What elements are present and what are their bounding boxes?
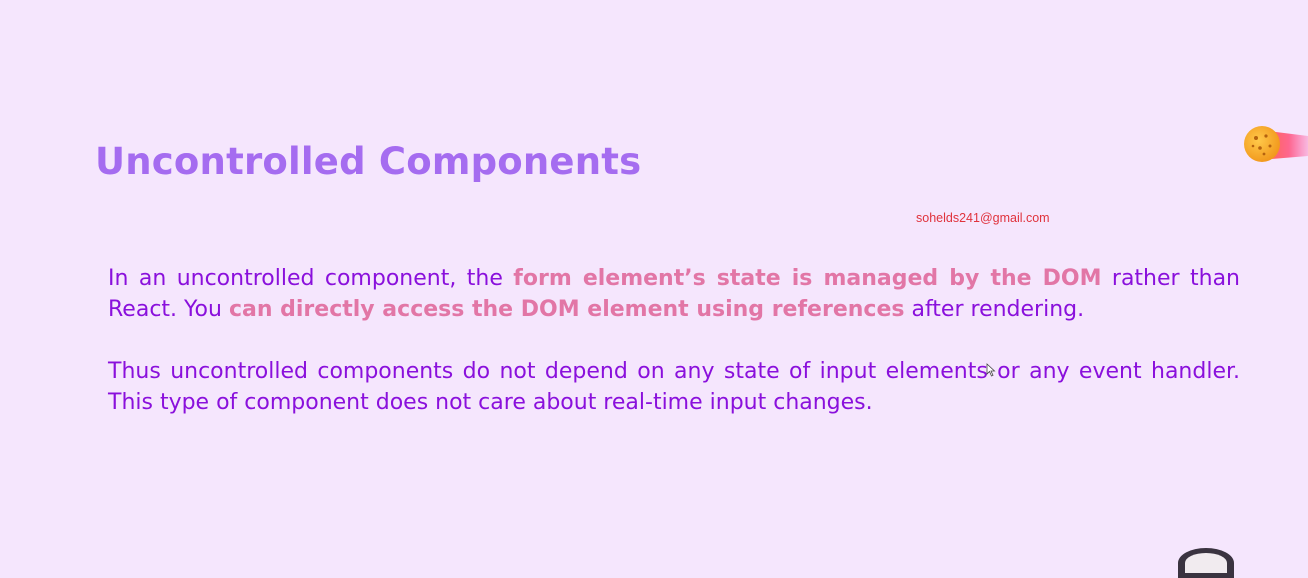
avatar-face: [1185, 553, 1227, 573]
paragraph1-highlight-1: form element’s state is managed by the D…: [513, 266, 1102, 291]
paragraph1-text-3: after rendering.: [904, 297, 1085, 322]
paragraph-uncontrolled-definition: In an uncontrolled component, the form e…: [108, 263, 1240, 325]
paragraph1-text-1: In an uncontrolled component, the: [108, 266, 514, 291]
paragraph-uncontrolled-details: Thus uncontrolled components do not depe…: [108, 359, 1240, 415]
paragraph1-highlight-2: can directly access the DOM element usin…: [228, 297, 905, 322]
watermark-email: sohelds241@gmail.com: [916, 211, 1050, 225]
slide: Uncontrolled Components sohelds241@gmail…: [0, 0, 1308, 578]
mouse-cursor-icon: [986, 363, 996, 377]
comet-icon: [1244, 126, 1308, 162]
slide-title: Uncontrolled Components: [95, 140, 642, 183]
